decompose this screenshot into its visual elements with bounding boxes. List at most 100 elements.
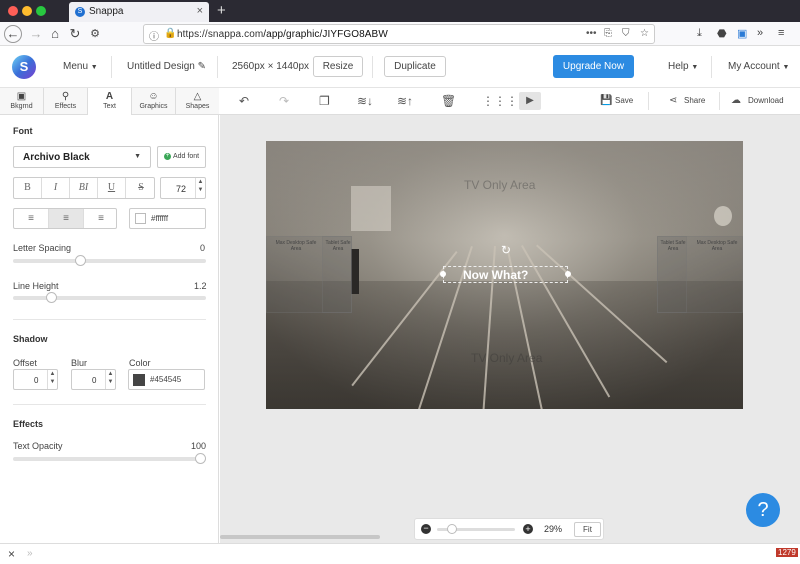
forward-arrow-icon[interactable]: → — [27, 25, 45, 43]
magic-wand-icon: ⚲ — [61, 91, 70, 102]
slider-handle[interactable] — [195, 453, 206, 464]
align-center-icon[interactable]: ≡ — [49, 209, 84, 228]
tab-text[interactable]: A Text — [88, 88, 132, 115]
zoom-slider[interactable] — [437, 524, 515, 534]
account-menu[interactable]: My Account ▼ — [728, 61, 789, 72]
help-menu[interactable]: Help ▼ — [668, 61, 698, 72]
text-layer[interactable]: Now What? — [463, 268, 528, 282]
zoom-in-icon[interactable]: + — [523, 524, 533, 534]
help-chat-button[interactable]: ? — [746, 493, 780, 527]
italic-button[interactable]: I — [42, 178, 70, 198]
slider-handle[interactable] — [75, 255, 86, 266]
text-opacity-value: 100 — [191, 441, 207, 451]
page-actions-icon[interactable]: ••• — [586, 28, 597, 39]
close-window-button[interactable] — [8, 6, 18, 16]
plus-circle-icon: + — [164, 153, 171, 160]
share-button[interactable]: Share — [684, 96, 705, 105]
font-family-select[interactable]: Archivo Black ▼ — [13, 146, 151, 168]
duplicate-button[interactable]: Duplicate — [384, 56, 446, 77]
shadow-offset-label: Offset — [13, 358, 37, 368]
reload-icon[interactable]: ↻ — [66, 25, 84, 43]
new-tab-icon[interactable]: + — [217, 2, 226, 19]
text-color-picker[interactable]: #ffffff — [129, 208, 206, 229]
font-size-stepper[interactable]: ▲ ▼ — [195, 178, 205, 198]
shadow-offset-input[interactable]: 0 ▲ ▼ — [13, 369, 58, 390]
resize-handle-left[interactable] — [440, 271, 446, 277]
extension-blue-icon[interactable]: ▣ — [737, 27, 747, 40]
bring-forward-icon[interactable]: ≋↑ — [397, 94, 413, 108]
shadow-blur-input[interactable]: 0 ▲ ▼ — [71, 369, 116, 390]
design-canvas[interactable]: Max Desktop Safe Area Tablet Safe Area M… — [266, 141, 743, 409]
download-button[interactable]: Download — [748, 96, 784, 105]
bookmark-star-icon[interactable]: ☆ — [640, 28, 649, 39]
more-tools-icon[interactable]: » — [757, 27, 763, 39]
text-layer-selection[interactable]: Now What? ↻ — [440, 243, 571, 283]
shadow-blur-stepper[interactable]: ▲ ▼ — [105, 370, 115, 389]
cloud-download-icon[interactable]: ☁ — [731, 95, 741, 106]
tab-background[interactable]: ▣ Bkgrnd — [0, 88, 44, 115]
browser-tab[interactable]: S Snappa × — [69, 2, 209, 22]
hamburger-menu-icon[interactable]: ≡ — [778, 27, 784, 39]
trash-icon[interactable]: 🗑 — [441, 94, 456, 108]
shadow-offset-stepper[interactable]: ▲ ▼ — [47, 370, 57, 389]
url-bar[interactable]: ⓘ 🔒 https://snappa.com/app/graphic/JIYFG… — [143, 24, 655, 44]
bold-button[interactable]: B — [14, 178, 42, 198]
zoom-fit-button[interactable]: Fit — [574, 522, 601, 537]
redo-icon[interactable]: ↷ — [279, 94, 289, 108]
chevron-right-icon[interactable]: » — [27, 548, 33, 559]
zoom-slider-handle[interactable] — [447, 524, 457, 534]
line-height-slider[interactable] — [13, 292, 206, 303]
slider-handle[interactable] — [46, 292, 57, 303]
tab-effects[interactable]: ⚲ Effects — [44, 88, 88, 115]
back-arrow-icon[interactable]: ← — [4, 25, 22, 43]
safe-zones-toggle-icon[interactable]: ▶ — [519, 92, 541, 110]
add-font-button[interactable]: + Add font — [157, 146, 206, 168]
tab-label: Text — [103, 103, 116, 110]
extension-icon[interactable]: ⬣ — [717, 27, 727, 40]
triangle-icon: △ — [193, 91, 202, 102]
pocket-icon[interactable]: ⛉ — [622, 28, 630, 39]
bold-italic-button[interactable]: BI — [70, 178, 98, 198]
building-image — [351, 186, 391, 231]
align-left-icon[interactable]: ≡ — [14, 209, 49, 228]
grid-icon[interactable]: ⋮⋮⋮ — [482, 94, 518, 108]
send-backward-icon[interactable]: ≋↓ — [357, 94, 373, 108]
letter-spacing-slider[interactable] — [13, 255, 206, 266]
underline-button[interactable]: U — [98, 178, 126, 198]
site-info-icon[interactable]: ⓘ — [149, 28, 159, 43]
zoom-out-icon[interactable]: − — [421, 524, 431, 534]
tracking-shield-icon[interactable]: ⚙ — [86, 25, 104, 43]
text-opacity-slider[interactable] — [13, 453, 206, 464]
copy-icon[interactable]: ❐ — [319, 94, 330, 108]
undo-icon[interactable]: ↶ — [239, 94, 249, 108]
editor-toolbar: ↶ ↷ ❐ ≋↓ ≋↑ 🗑 ⋮⋮⋮ ▶ 💾 Save ⋖ Share ☁ Dow… — [219, 88, 800, 115]
download-arrow-icon[interactable]: ⤓ — [697, 27, 702, 40]
snappa-logo[interactable]: S — [12, 55, 36, 79]
strikethrough-button[interactable]: S — [126, 178, 154, 198]
maximize-window-button[interactable] — [36, 6, 46, 16]
upgrade-now-button[interactable]: Upgrade Now — [553, 55, 634, 78]
rotate-handle-icon[interactable]: ↻ — [501, 243, 511, 257]
horizontal-scrollbar[interactable] — [220, 535, 380, 539]
minimize-window-button[interactable] — [22, 6, 32, 16]
url-path: /app/graphic/JIYFGO8ABW — [263, 29, 388, 40]
zoom-level: 29% — [544, 524, 563, 534]
home-icon[interactable]: ⌂ — [46, 25, 64, 43]
account-label: My Account — [728, 61, 780, 72]
design-title[interactable]: Untitled Design ✎ — [127, 61, 206, 72]
font-size-input[interactable]: 72 ▲ ▼ — [160, 177, 206, 199]
tab-label: Graphics — [139, 103, 168, 110]
tab-graphics[interactable]: ☺ Graphics — [132, 88, 176, 115]
menu-button[interactable]: Menu ▼ — [63, 61, 98, 72]
resize-handle-right[interactable] — [565, 271, 571, 277]
close-icon[interactable]: × — [8, 547, 15, 561]
close-tab-icon[interactable]: × — [197, 5, 203, 17]
cast-icon[interactable]: ⎘ — [604, 28, 612, 39]
share-icon[interactable]: ⋖ — [669, 95, 677, 106]
tab-shapes[interactable]: △ Shapes — [176, 88, 219, 115]
resize-button[interactable]: Resize — [313, 56, 363, 77]
save-button[interactable]: Save — [615, 96, 633, 105]
align-right-icon[interactable]: ≡ — [84, 209, 116, 228]
save-icon[interactable]: 💾 — [600, 95, 612, 106]
shadow-color-picker[interactable]: #454545 — [128, 369, 205, 390]
